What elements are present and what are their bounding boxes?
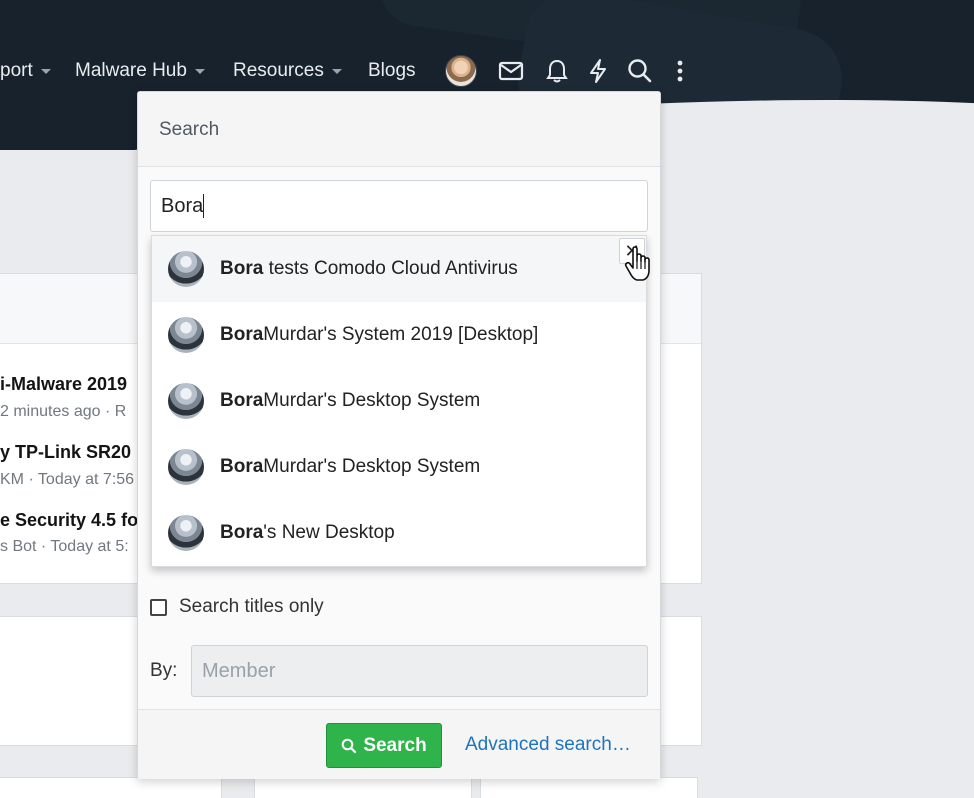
nav-support-label: port — [0, 60, 33, 81]
bolt-icon[interactable] — [583, 56, 613, 86]
nav-blogs[interactable]: Blogs — [368, 58, 416, 84]
thread-title[interactable]: e Security 4.5 fo — [0, 510, 138, 531]
bell-icon[interactable] — [542, 56, 572, 86]
avatar — [168, 449, 204, 485]
chevron-down-icon — [331, 68, 342, 74]
suggestion-item[interactable]: Bora's New Desktop — [152, 500, 646, 566]
titles-only-option[interactable]: Search titles only — [150, 596, 324, 618]
nav-resources-label: Resources — [233, 60, 324, 81]
suggestion-label: BoraMurdar's Desktop System — [220, 456, 481, 477]
chevron-down-icon — [194, 68, 205, 74]
search-icon[interactable] — [625, 56, 655, 86]
content-panel — [254, 777, 472, 798]
nav-support[interactable]: port — [0, 58, 51, 84]
thread-meta: s Bot · Today at 5: — [0, 538, 129, 555]
chevron-down-icon — [40, 68, 51, 74]
nav-malware-hub-label: Malware Hub — [75, 60, 187, 81]
hand-pointer-icon — [624, 246, 650, 281]
suggestion-item[interactable]: BoraMurdar's Desktop System — [152, 368, 646, 434]
suggestion-item[interactable]: BoraMurdar's System 2019 [Desktop] — [152, 302, 646, 368]
advanced-search-link[interactable]: Advanced search… — [465, 734, 631, 756]
titles-only-label: Search titles only — [179, 596, 324, 617]
thread-meta: 2 minutes ago · R — [0, 403, 127, 420]
suggestion-label: Bora tests Comodo Cloud Antivirus — [220, 258, 518, 279]
search-button[interactable]: Search — [326, 723, 442, 768]
nav-blogs-label: Blogs — [368, 60, 416, 81]
content-panel — [0, 777, 222, 798]
thread-title[interactable]: i-Malware 2019 — [0, 374, 127, 395]
user-avatar[interactable] — [445, 55, 477, 87]
nav-resources[interactable]: Resources — [233, 58, 342, 84]
thread-meta: KM · Today at 7:56 — [0, 471, 134, 488]
member-field[interactable] — [191, 645, 648, 697]
nav-malware-hub[interactable]: Malware Hub — [75, 58, 205, 84]
autocomplete-dropdown: Bora tests Comodo Cloud Antivirus BoraMu… — [151, 235, 647, 567]
search-popup: Search Bora tests Comodo Cloud Antivirus… — [137, 91, 661, 779]
avatar — [168, 317, 204, 353]
more-vertical-icon[interactable] — [665, 56, 695, 86]
suggestion-item[interactable]: Bora tests Comodo Cloud Antivirus — [152, 236, 646, 302]
avatar — [168, 383, 204, 419]
search-button-label: Search — [363, 734, 427, 756]
thread-title[interactable]: y TP-Link SR20 I — [0, 442, 141, 463]
text-cursor — [203, 194, 204, 218]
search-icon — [342, 738, 357, 753]
avatar — [168, 515, 204, 551]
search-query-input[interactable] — [150, 180, 648, 232]
by-label: By: — [150, 660, 178, 681]
suggestion-label: Bora's New Desktop — [220, 522, 395, 543]
popup-title: Search — [138, 92, 660, 167]
content-panel — [480, 777, 698, 798]
mail-icon[interactable] — [496, 56, 526, 86]
titles-only-checkbox[interactable] — [150, 598, 167, 616]
suggestion-label: BoraMurdar's System 2019 [Desktop] — [220, 324, 539, 345]
avatar — [168, 251, 204, 287]
suggestion-label: BoraMurdar's Desktop System — [220, 390, 481, 411]
popup-footer: Search Advanced search… — [138, 709, 660, 779]
suggestion-item[interactable]: BoraMurdar's Desktop System — [152, 434, 646, 500]
